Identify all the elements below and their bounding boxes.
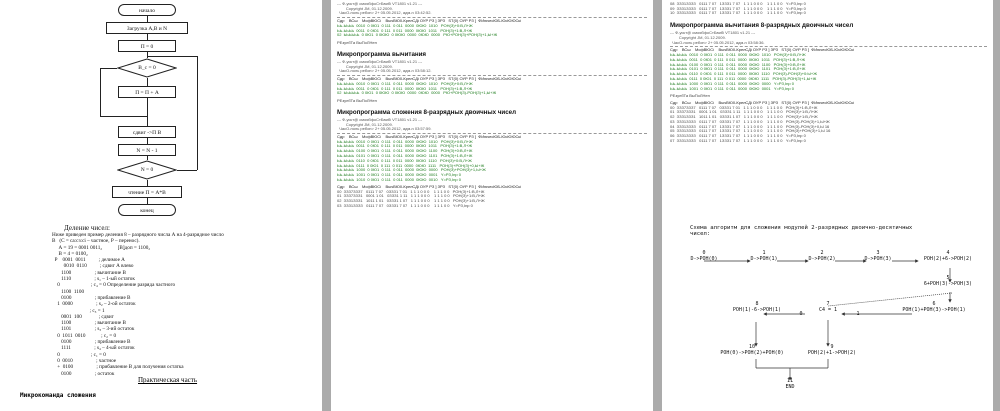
document-page-1: начало Загрузка A,B и N П = 0 B_c = 0 П … <box>0 0 322 411</box>
result-note: РЕзулбТа ВыПоЛНен <box>337 98 377 104</box>
scheme-node-7: 7 C4 = 1 <box>818 301 838 313</box>
practical-heading: Практическая часть <box>138 376 198 384</box>
flowchart-init: П = 0 <box>118 40 176 52</box>
flowchart-load: Загрузка A,B и N <box>106 22 188 34</box>
section-header: --- Ф-ускт@ смоябфоСтБвибі VT1801 v1.21 … <box>337 116 432 132</box>
document-page-3: 08 ЗЗЗ1ЗЗЗЗ 0111 7 07 1ЗЗЗ1 7 07 1 1 1 0… <box>662 0 993 411</box>
division-section: Деление чисел: Ниже приведен пример деле… <box>52 224 312 377</box>
flowchart-shift: сдвиг ->П В <box>118 126 176 138</box>
page-3-content: 08 ЗЗЗ1ЗЗЗЗ 0111 7 07 1ЗЗЗ1 7 07 1 1 1 0… <box>670 1 987 148</box>
table-row: 02 ЬЬЬЬЬЬ 0 0Ю1 0 0ЮЮ 0 0ЮЮ 0000 0ЮЮ 000… <box>337 32 498 38</box>
section-header: --- Ф-ускт@ смоябфоСтБвибі VT1801 v1.21 … <box>337 58 432 74</box>
table-row: 07 ЗЗЗ1ЗЗЗЗ 0111 7 07 1ЗЗЗ1 7 07 1 1 1 0… <box>670 137 806 143</box>
scheme-node-8: 8 POH(1)-6->POH(1) <box>732 301 782 313</box>
scheme-node-0: 0 D->POH(0) <box>690 250 718 262</box>
flowchart-add: П = П + A <box>118 86 176 98</box>
section-title: Микропрограмма вычитания <box>337 50 427 58</box>
scheme-node-4: 4 POH(2)+6->POH(2) <box>923 250 973 262</box>
scheme-node-9: 9 POH(2)+1->POH(2) <box>807 344 857 356</box>
section-title: Микропрограмма сложения 8-разрядных двои… <box>337 108 517 116</box>
flowchart-start: начало <box>118 4 176 16</box>
document-page-2: --- Ф-ускт@ смоябфоСтБвибі VT1801 v1.21 … <box>331 0 653 411</box>
scheme-branch-one: 1 <box>856 311 860 317</box>
table-row: ЬЬ-ЬЬЬЬ 1001 0 0Ю1 0 111 0 011 0000 0ЮЮ … <box>670 85 794 91</box>
flowchart-end: конец <box>118 204 176 216</box>
program-section: Микропрограмма вычитания 8-разрядных дво… <box>670 22 987 143</box>
scheme-title: Схема алгоритм для сложения модулей 2-ра… <box>690 225 913 237</box>
scheme-node-6: 6 POH(1)+POH(3)->POH(1) <box>902 301 966 313</box>
program-section: Микропрограмма сложения 8-разрядных двои… <box>337 109 647 209</box>
table-row: ЬЬ-ЬЬЬЬ 1010 0 0Ю1 0 111 0 011 0000 0ЮЮ … <box>337 177 461 182</box>
table-row: 02 ЬЬЬЬЬЬ 0 0Ю1 0 0ЮЮ 0 0ЮЮ 0000 0ЮЮ 000… <box>337 90 497 96</box>
scheme-node-10: 10 POH(0)->POH(2)+POH(0) <box>720 344 784 356</box>
flowchart-condition-1-label: B_c = 0 <box>138 65 156 71</box>
division-title: Деление чисел: <box>64 224 110 232</box>
program-section: Микропрограмма вычитания --- Ф-ускт@ смоя… <box>337 51 647 104</box>
scheme-branch-zero: 0 <box>799 311 803 317</box>
flowchart-condition-2-label: N = 0 <box>140 167 154 173</box>
program-section: --- Ф-ускт@ смоябфоСтБвибі VT1801 v1.21 … <box>337 1 647 46</box>
flowchart-decrement: N = N - 1 <box>118 144 176 156</box>
section-title: Микропрограмма вычитания 8-разрядных дво… <box>670 22 854 30</box>
flowchart-read: чтение П = А*В <box>112 186 182 198</box>
scheme-node-3: 3 D->POH(3) <box>864 250 892 262</box>
section-header: --- Ф-ускт@ смоябфоСтБвибі VT1801 v1.21 … <box>337 1 432 16</box>
scheme-node-11: 11 END <box>785 378 795 390</box>
table-row: 03 ЗЗЗ1ЗЗЗЗ 0111 7 07 0ЗЗЗ1 7 07 1 1 1 0… <box>337 202 473 208</box>
scheme-node-2: 2 D->POH(2) <box>808 250 836 262</box>
micro-add-heading: Микрокоманда сложения <box>20 392 96 399</box>
division-lines: Ниже приведен пример деления 8 – разрядн… <box>52 232 312 377</box>
result-note: РЕзулбТа ВыПоЛНен <box>670 93 710 99</box>
scheme-node-5: 5 6+POH(3)->POH(3) <box>923 275 973 287</box>
scheme-node-1: 1 D->POH(1) <box>750 250 778 262</box>
page-2-content: --- Ф-ускт@ смоябфоСтБвибі VT1801 v1.21 … <box>337 1 647 213</box>
result-note: РЕзулбТа ВыПоЛНен <box>337 40 377 46</box>
scheme-diagram <box>704 259 953 381</box>
section-header: --- Ф-ускт@ смоябфоСтБвибі VT1801 v1.21 … <box>670 30 765 45</box>
